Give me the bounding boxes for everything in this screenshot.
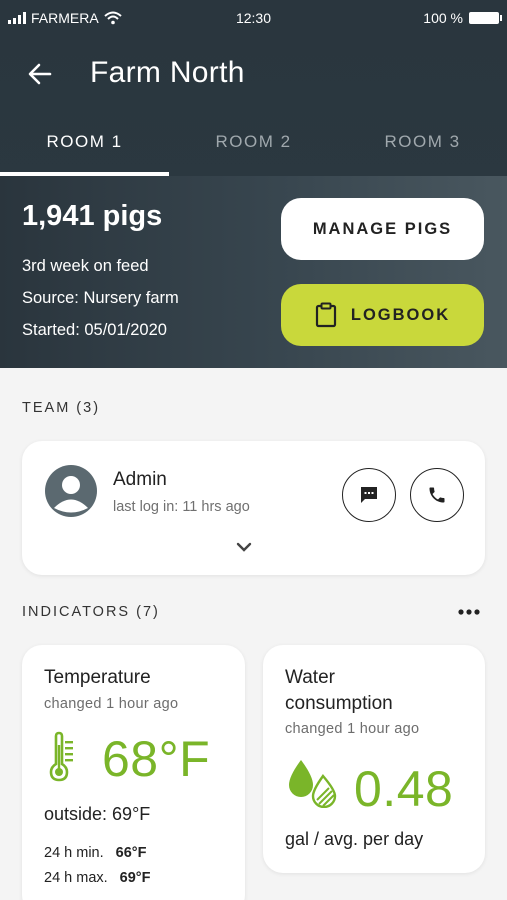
app-header: FARMERA 12:30 100 % Farm North ROOM 1 RO…: [0, 0, 507, 368]
battery-icon: [469, 12, 502, 24]
min-temp-label: 24 h min.: [44, 845, 104, 861]
chevron-down-icon[interactable]: [232, 535, 256, 559]
indicator-unit: gal / avg. per day: [285, 829, 424, 849]
status-right: 100 %: [423, 10, 502, 26]
message-button[interactable]: [342, 468, 396, 522]
pig-count: 1,941 pigs: [22, 200, 163, 232]
pig-source: Source: Nursery farm: [22, 289, 179, 307]
manage-pigs-button[interactable]: MANAGE PIGS: [281, 198, 484, 260]
indicator-value: 68°F: [102, 731, 211, 787]
team-section-label: TEAM (3): [22, 400, 101, 416]
indicator-card-temperature[interactable]: Temperature changed 1 hour ago 68°F outs…: [22, 645, 245, 900]
call-button[interactable]: [410, 468, 464, 522]
title-bar: Farm North: [0, 40, 507, 110]
indicator-outside: outside: 69°F: [44, 804, 151, 824]
user-icon: [54, 476, 88, 513]
tab-room-2[interactable]: ROOM 2: [169, 120, 338, 176]
indicator-title-line-1: Water: [285, 667, 335, 688]
tab-room-3[interactable]: ROOM 3: [338, 120, 507, 176]
indicator-card-water[interactable]: Water consumption changed 1 hour ago 0.4…: [263, 645, 485, 873]
logbook-label: LOGBOOK: [350, 305, 451, 324]
more-options-icon[interactable]: [456, 604, 482, 620]
indicator-changed: changed 1 hour ago: [44, 696, 179, 712]
water-drops-icon: [289, 760, 337, 808]
team-member-card[interactable]: Admin last log in: 11 hrs ago: [22, 441, 485, 575]
battery-percent: 100 %: [423, 10, 463, 26]
min-temp-value: 66°F: [115, 845, 147, 861]
logbook-button[interactable]: LOGBOOK: [281, 284, 484, 346]
indicator-title: Temperature: [44, 667, 151, 688]
thermometer-icon: [49, 731, 73, 782]
status-bar: FARMERA 12:30 100 %: [0, 0, 507, 36]
avatar: [45, 465, 97, 517]
back-arrow-icon[interactable]: [22, 56, 58, 92]
page-title: Farm North: [90, 56, 245, 89]
member-name: Admin: [113, 469, 167, 490]
tab-room-1[interactable]: ROOM 1: [0, 120, 169, 176]
room-summary: 1,941 pigs 3rd week on feed Source: Nurs…: [0, 176, 507, 368]
max-temp-row: 24 h max. 69°F: [44, 870, 150, 886]
feed-week: 3rd week on feed: [22, 257, 149, 275]
phone-icon: [429, 487, 445, 503]
chat-icon: [361, 487, 377, 503]
clipboard-icon: [315, 302, 336, 328]
member-last-log: last log in: 11 hrs ago: [113, 499, 250, 515]
indicator-title-line-2: consumption: [285, 693, 393, 714]
room-tabs: ROOM 1 ROOM 2 ROOM 3: [0, 120, 507, 176]
indicators-section-label: INDICATORS (7): [22, 604, 160, 620]
min-temp-row: 24 h min. 66°F: [44, 845, 146, 861]
indicator-title: Water consumption: [285, 665, 393, 717]
max-temp-label: 24 h max.: [44, 870, 108, 886]
indicator-changed: changed 1 hour ago: [285, 721, 420, 737]
start-date: Started: 05/01/2020: [22, 321, 167, 339]
max-temp-value: 69°F: [119, 870, 151, 886]
indicator-value: 0.48: [354, 761, 454, 817]
